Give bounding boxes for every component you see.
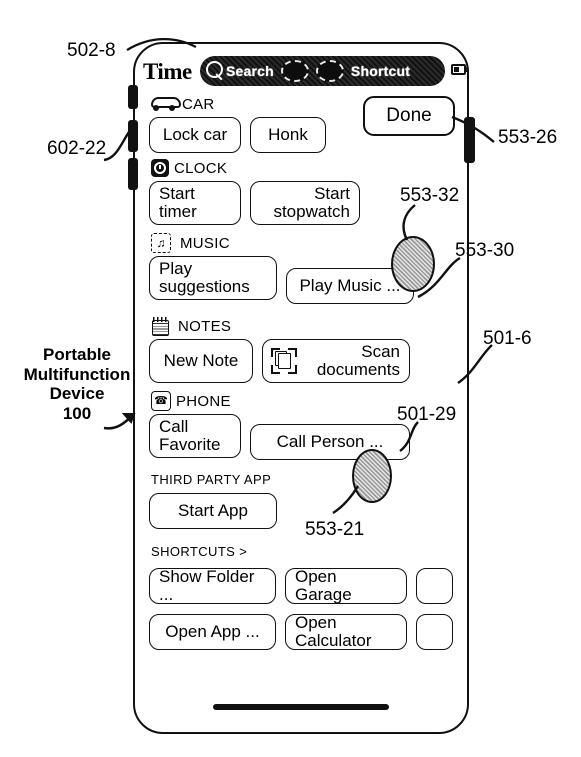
- button-honk[interactable]: Honk: [250, 117, 326, 153]
- ref-501-29: 501-29: [397, 404, 457, 425]
- group-car-title: CAR: [182, 95, 215, 113]
- button-new-note-label: New Note: [163, 351, 239, 371]
- button-start-stopwatch-label: Start stopwatch: [273, 184, 350, 221]
- ref-501-6: 501-6: [483, 328, 532, 349]
- shortcuts-row-1: Show Folder ... Open Garage: [135, 568, 467, 604]
- group-clock-title: CLOCK: [174, 159, 228, 177]
- scan-document-icon: [271, 348, 297, 374]
- button-open-calculator-label: Open Calculator: [294, 613, 372, 650]
- button-open-app-label: Open App ...: [165, 622, 260, 642]
- group-third-party-app: THIRD PARTY APP Start App: [135, 472, 467, 529]
- button-open-app[interactable]: Open App ...: [149, 614, 276, 650]
- music-note-icon: ♫: [151, 233, 171, 253]
- clock-icon: [151, 159, 169, 177]
- device-caption-line-4: 100: [62, 403, 92, 423]
- group-phone-title: PHONE: [176, 392, 231, 410]
- button-start-timer-label: Start timer: [159, 184, 197, 221]
- notepad-icon: [151, 317, 169, 336]
- group-notes-title: NOTES: [178, 317, 232, 335]
- group-car: CAR Lock car Honk: [135, 94, 467, 153]
- button-call-favorite[interactable]: Call Favorite: [149, 414, 241, 458]
- shortcut-label: Shortcut: [350, 63, 411, 79]
- shortcuts-title: SHORTCUTS >: [151, 544, 248, 559]
- ref-553-21: 553-21: [305, 519, 365, 540]
- group-car-buttons: Lock car Honk: [135, 117, 467, 153]
- shortcuts-row-2: Open App ... Open Calculator: [135, 614, 467, 650]
- button-play-suggestions[interactable]: Play suggestions: [149, 256, 277, 300]
- button-open-calculator[interactable]: Open Calculator: [284, 613, 407, 650]
- button-start-timer[interactable]: Start timer: [149, 181, 241, 225]
- home-indicator[interactable]: [213, 704, 389, 710]
- search-icon: [204, 60, 226, 82]
- contact-ellipse-upper: [391, 236, 435, 292]
- side-button-volume-up[interactable]: [128, 120, 138, 152]
- group-clock-header: CLOCK: [135, 158, 467, 178]
- button-shortcut-partial-2[interactable]: [415, 614, 453, 650]
- button-play-music-label: Play Music ...: [299, 276, 401, 296]
- group-third-party-app-buttons: Start App: [135, 493, 467, 529]
- button-scan-documents[interactable]: Scan documents: [262, 339, 410, 383]
- button-play-suggestions-label: Play suggestions: [159, 259, 250, 296]
- button-honk-label: Honk: [268, 125, 308, 145]
- button-start-app-label: Start App: [178, 501, 248, 521]
- portable-multifunction-device: Time Search Shortcut Done CAR Lock car H…: [133, 42, 469, 734]
- status-bar: Time Search Shortcut: [135, 52, 467, 88]
- button-start-stopwatch[interactable]: Start stopwatch: [250, 181, 360, 225]
- indicator-dots: [280, 60, 344, 82]
- indicator-dot-2: [315, 60, 344, 82]
- clock-time: Time: [143, 59, 192, 84]
- group-notes: NOTES New Note Scan documents: [135, 316, 467, 383]
- button-open-garage-label: Open Garage: [294, 567, 352, 604]
- button-lock-car-label: Lock car: [162, 125, 228, 145]
- button-open-garage[interactable]: Open Garage: [284, 567, 407, 604]
- device-caption-line-1: Portable: [42, 345, 112, 364]
- side-button-power[interactable]: [464, 117, 475, 163]
- button-show-folder-label: Show Folder ...: [159, 567, 255, 604]
- ref-553-30: 553-30: [455, 240, 515, 261]
- button-lock-car[interactable]: Lock car: [149, 117, 241, 153]
- button-call-favorite-label: Call Favorite: [159, 417, 221, 454]
- ref-553-32: 553-32: [400, 185, 460, 206]
- device-caption: Portable Multifunction Device 100: [22, 345, 132, 423]
- search-label: Search: [226, 63, 274, 79]
- button-call-person[interactable]: Call Person ...: [250, 424, 410, 460]
- contact-ellipse-lower: [352, 449, 392, 503]
- phone-handset-icon: ☎: [151, 391, 171, 411]
- button-show-folder[interactable]: Show Folder ...: [149, 568, 276, 604]
- group-notes-header: NOTES: [135, 316, 467, 336]
- patent-figure: 502-8 602-22 553-26 553-32 553-30 501-6 …: [0, 0, 581, 757]
- group-music-title: MUSIC: [180, 234, 230, 252]
- search-bar[interactable]: Search Shortcut: [200, 56, 445, 86]
- battery-icon: [451, 64, 467, 75]
- group-shortcuts: SHORTCUTS > Show Folder ... Open Garage …: [135, 544, 467, 650]
- button-new-note[interactable]: New Note: [149, 339, 253, 383]
- indicator-dot-1: [280, 60, 309, 82]
- group-notes-buttons: New Note Scan documents: [135, 339, 467, 383]
- ref-502-8: 502-8: [67, 40, 116, 61]
- group-third-party-app-title: THIRD PARTY APP: [151, 472, 272, 487]
- button-shortcut-partial-1[interactable]: [415, 568, 453, 604]
- ref-602-22: 602-22: [47, 138, 107, 159]
- side-button-volume-down[interactable]: [128, 158, 138, 190]
- group-car-header: CAR: [135, 94, 467, 114]
- button-call-person-label: Call Person ...: [276, 432, 384, 452]
- button-start-app[interactable]: Start App: [149, 493, 277, 529]
- button-scan-documents-label: Scan documents: [316, 342, 400, 379]
- ref-553-26: 553-26: [498, 127, 558, 148]
- side-button-silent[interactable]: [128, 85, 138, 109]
- device-caption-line-2: Multifunction: [23, 364, 131, 384]
- car-icon: [151, 97, 181, 111]
- device-caption-line-3: Device: [49, 384, 105, 404]
